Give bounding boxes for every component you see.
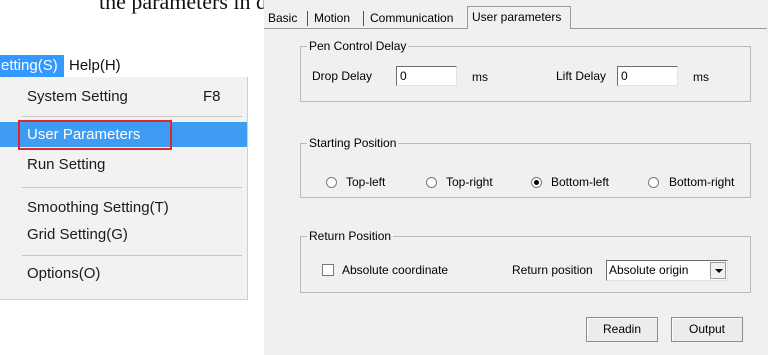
group-starting-position: Starting Position Top-left Top-right Bot…: [300, 136, 751, 198]
drop-delay-input[interactable]: 0: [396, 66, 457, 86]
output-button[interactable]: Output: [671, 317, 743, 342]
menu-item-run-setting[interactable]: Run Setting: [0, 152, 247, 177]
menu-item-grid-setting[interactable]: Grid Setting(G): [0, 222, 247, 247]
group-title: Starting Position: [307, 136, 399, 150]
menu-item-label: Smoothing Setting(T): [27, 199, 169, 216]
document-text-fragment: the parameters in d: [99, 0, 267, 14]
radio-top-right[interactable]: [426, 177, 437, 188]
menu-item-options[interactable]: Options(O): [0, 261, 247, 286]
menu-item-smoothing-setting[interactable]: Smoothing Setting(T): [0, 195, 247, 220]
drop-delay-unit: ms: [472, 70, 488, 84]
user-parameters-dialog: Basic Motion Communication User paramete…: [264, 0, 768, 355]
highlight-box: [18, 120, 172, 150]
tab-basic[interactable]: Basic: [264, 8, 301, 28]
group-title: Pen Control Delay: [307, 39, 409, 53]
menu-help[interactable]: Help(H): [63, 55, 127, 77]
group-pen-control-delay: Pen Control Delay Drop Delay 0 ms Lift D…: [300, 39, 751, 102]
menu-separator: [22, 187, 242, 188]
tab-user-parameters[interactable]: User parameters: [467, 6, 571, 29]
lift-delay-unit: ms: [693, 70, 709, 84]
menu-item-label: Run Setting: [27, 156, 106, 173]
menu-item-shortcut: F8: [203, 88, 221, 105]
tab-divider: [307, 11, 308, 26]
setting-dropdown-menu: System Setting F8 User Parameters Run Se…: [0, 77, 248, 300]
menu-item-label: Grid Setting(G): [27, 226, 128, 243]
tab-communication[interactable]: Communication: [366, 8, 457, 28]
lift-delay-label: Lift Delay: [556, 69, 607, 83]
return-position-label: Return position: [512, 263, 593, 277]
return-position-select[interactable]: Absolute origin: [606, 260, 728, 281]
tab-motion[interactable]: Motion: [310, 8, 354, 28]
readin-button[interactable]: Readin: [586, 317, 658, 342]
menu-bar: etting(S) Help(H): [0, 55, 252, 77]
return-position-value: Absolute origin: [609, 263, 689, 277]
radio-bottom-left[interactable]: [531, 177, 542, 188]
drop-delay-label: Drop Delay: [312, 69, 373, 83]
radio-label-bottom-left[interactable]: Bottom-left: [551, 175, 609, 189]
menu-item-system-setting[interactable]: System Setting F8: [0, 84, 247, 109]
lift-delay-input[interactable]: 0: [617, 66, 678, 86]
radio-label-bottom-right[interactable]: Bottom-right: [669, 175, 734, 189]
menu-separator: [22, 116, 242, 117]
absolute-coordinate-label[interactable]: Absolute coordinate: [342, 263, 448, 277]
radio-label-top-left[interactable]: Top-left: [346, 175, 385, 189]
absolute-coordinate-checkbox[interactable]: [322, 264, 334, 276]
radio-bottom-right[interactable]: [648, 177, 659, 188]
menu-setting[interactable]: etting(S): [0, 55, 64, 77]
tab-divider: [363, 11, 364, 26]
radio-top-left[interactable]: [326, 177, 337, 188]
menu-item-label: System Setting: [27, 88, 128, 105]
group-return-position: Return Position Absolute coordinate Retu…: [300, 229, 751, 293]
chevron-down-icon[interactable]: [710, 262, 726, 279]
radio-label-top-right[interactable]: Top-right: [446, 175, 493, 189]
menu-separator: [22, 255, 242, 256]
group-title: Return Position: [307, 229, 394, 243]
menu-item-label: Options(O): [27, 265, 101, 282]
